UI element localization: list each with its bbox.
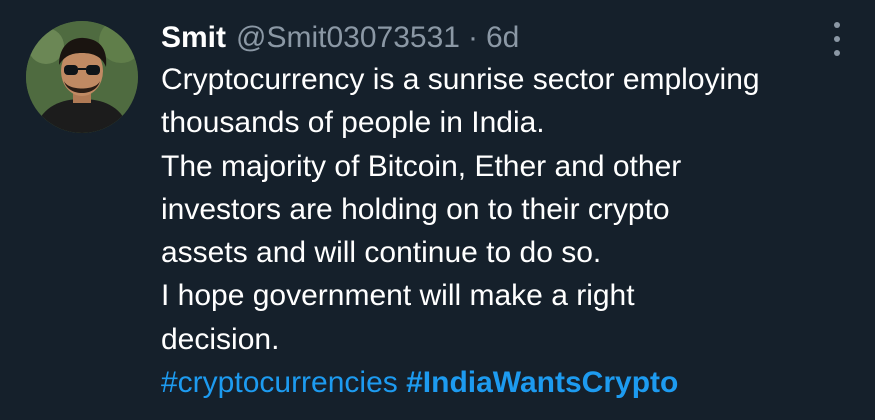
tweet-text-line: investors are holding on to their crypto <box>161 192 670 226</box>
tweet-text-line: decision. <box>161 322 280 356</box>
tweet-text-line: Cryptocurrency is a sunrise sector emplo… <box>161 63 760 96</box>
tweet-timestamp[interactable]: 6d <box>486 21 519 55</box>
author-name[interactable]: Smit <box>161 21 226 55</box>
hashtag-line: #cryptocurrencies #IndiaWantsCrypto <box>161 361 861 404</box>
more-dot <box>834 50 840 56</box>
more-vertical-icon[interactable] <box>833 22 841 56</box>
author-handle[interactable]: @Smit03073531 <box>236 21 460 55</box>
tweet-text-line: thousands of people in India. <box>161 106 545 140</box>
tweet-card[interactable]: Smit @Smit03073531 · 6d Cryptocurrency i… <box>0 0 875 420</box>
avatar[interactable] <box>26 21 138 133</box>
tweet-header: Smit @Smit03073531 · 6d <box>161 18 519 58</box>
more-dot <box>834 36 840 42</box>
more-dot <box>834 22 840 28</box>
profile-photo-icon <box>26 21 138 133</box>
separator-dot: · <box>467 21 478 54</box>
tweet-text-line: I hope government will make a right <box>161 279 635 313</box>
tweet-text-line: The majority of Bitcoin, Ether and other <box>161 149 682 183</box>
tweet-text: Cryptocurrency is a sunrise sector emplo… <box>161 58 861 404</box>
hashtag-link[interactable]: #cryptocurrencies <box>161 366 398 399</box>
hashtag-link[interactable]: #IndiaWantsCrypto <box>406 366 678 399</box>
tweet-text-line: assets and will continue to do so. <box>161 236 602 270</box>
